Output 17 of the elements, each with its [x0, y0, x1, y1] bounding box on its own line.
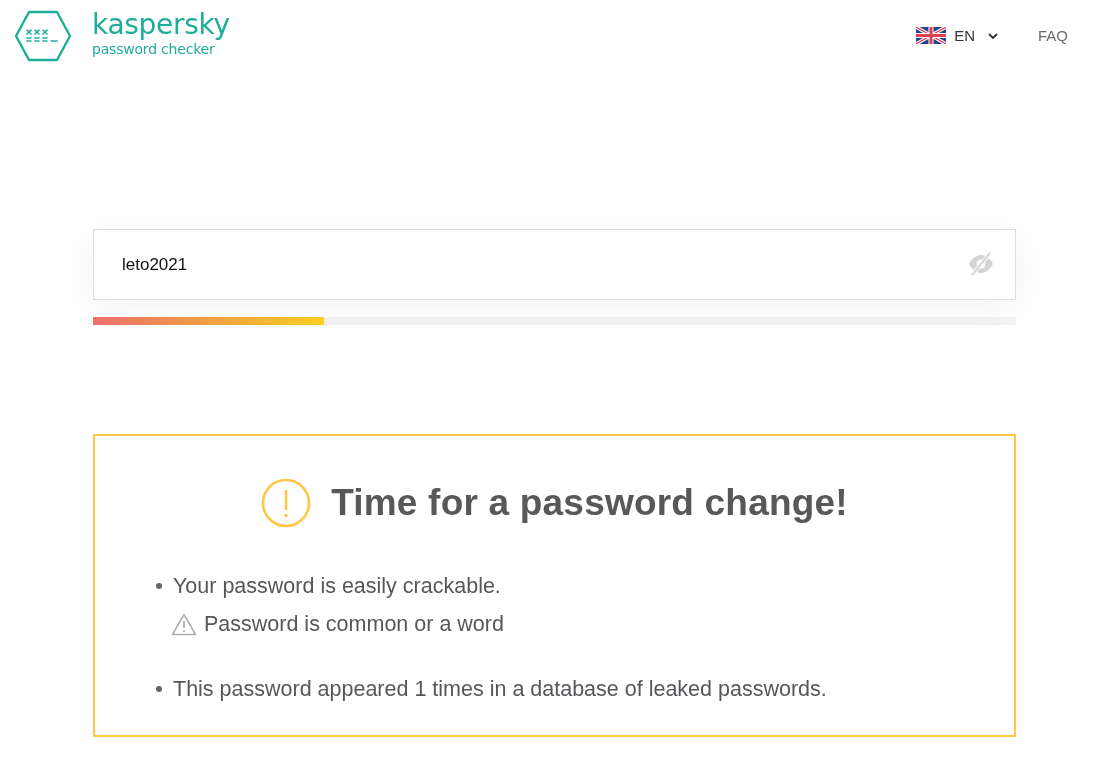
result-title: Time for a password change!: [331, 482, 848, 524]
faq-link[interactable]: FAQ: [1038, 27, 1068, 44]
logo-icon: [14, 10, 72, 62]
language-selector[interactable]: EN: [916, 27, 998, 44]
exclamation-circle-icon: [261, 478, 312, 528]
warning-text: Password is common or a word: [204, 611, 504, 638]
caret-icon: [988, 32, 998, 39]
product-name: password checker: [92, 40, 216, 58]
eye-slash-icon[interactable]: [968, 252, 994, 276]
result-item-text: This password appeared 1 times in a database of leaked passwords.: [173, 676, 827, 703]
brand-name: kaspersky: [92, 10, 230, 40]
password-field[interactable]: leto2021: [93, 229, 1016, 300]
result-item-text: Your password is easily crackable.: [173, 573, 501, 600]
warning-triangle-icon: [171, 612, 197, 636]
bullet-icon: [156, 583, 162, 589]
bullet-icon: [156, 686, 162, 692]
flag-icon: [916, 27, 947, 44]
